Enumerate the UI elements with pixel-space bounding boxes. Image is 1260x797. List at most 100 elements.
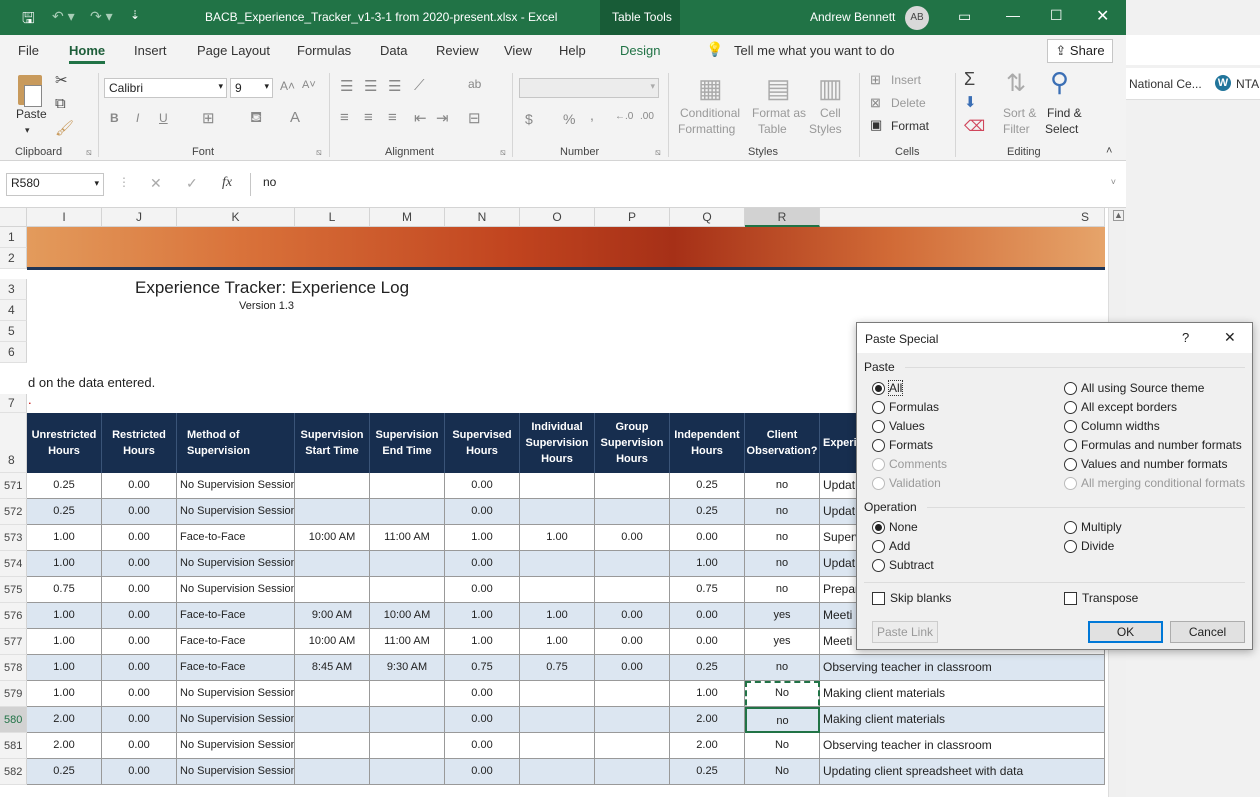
share-button[interactable]: ⇪ Share <box>1047 39 1113 63</box>
cell-independent[interactable]: 1.00 <box>670 551 745 577</box>
row-header[interactable]: 579 <box>0 681 27 707</box>
cell-individual[interactable] <box>520 681 595 707</box>
cell-observation[interactable]: yes <box>745 629 820 655</box>
minimize-icon[interactable]: — <box>1006 7 1020 23</box>
row-header[interactable]: 582 <box>0 759 27 785</box>
cell-method[interactable]: No Supervision Session <box>177 473 295 499</box>
cell-observation[interactable]: no <box>745 707 820 733</box>
th-individual-supervision-hours[interactable]: Individual Supervision Hours <box>520 413 595 473</box>
tab-file[interactable]: File <box>18 43 39 58</box>
cell-group[interactable] <box>595 733 670 759</box>
cell-observation[interactable]: yes <box>745 603 820 629</box>
dialog-close-button[interactable]: ✕ <box>1224 329 1236 346</box>
cell-individual[interactable]: 1.00 <box>520 603 595 629</box>
row-header[interactable]: 574 <box>0 551 27 577</box>
scroll-up-icon[interactable]: ▲ <box>1113 210 1124 221</box>
cell-group[interactable] <box>595 577 670 603</box>
select-all-corner[interactable] <box>0 208 27 227</box>
cell-method[interactable]: No Supervision Session <box>177 681 295 707</box>
cell-unrestricted[interactable]: 2.00 <box>27 733 102 759</box>
cell-restricted[interactable]: 0.00 <box>102 759 177 785</box>
fill-color-icon[interactable]: ⛾ <box>250 109 262 128</box>
cell-method[interactable]: Face-to-Face <box>177 603 295 629</box>
cell-supervised[interactable]: 1.00 <box>445 603 520 629</box>
increase-font-icon[interactable]: A˄ <box>280 79 295 93</box>
row-header[interactable]: 575 <box>0 577 27 603</box>
conditional-formatting-line2[interactable]: Formatting <box>678 122 735 137</box>
cell-group[interactable]: 0.00 <box>595 655 670 681</box>
format-cells-icon[interactable]: ▣ <box>870 117 882 133</box>
tab-formulas[interactable]: Formulas <box>297 43 351 58</box>
font-color-icon[interactable]: A <box>290 109 300 126</box>
radio-column-widths[interactable]: Column widths <box>1064 419 1160 433</box>
top-align-icon[interactable]: ☰ <box>340 77 353 95</box>
borders-icon[interactable]: ⊞ <box>202 109 215 127</box>
percent-button[interactable]: % <box>563 111 575 127</box>
row-header[interactable]: 571 <box>0 473 27 499</box>
customize-qat-icon[interactable]: ⇣ <box>130 8 140 22</box>
cell-group[interactable] <box>595 707 670 733</box>
cell-observation[interactable]: no <box>745 525 820 551</box>
copy-icon[interactable]: ⧉ <box>55 95 66 112</box>
cell-independent[interactable]: 0.75 <box>670 577 745 603</box>
cell-restricted[interactable]: 0.00 <box>102 629 177 655</box>
cell-start[interactable] <box>295 551 370 577</box>
th-restricted-hours[interactable]: Restricted Hours <box>102 413 177 473</box>
cell-end[interactable]: 9:30 AM <box>370 655 445 681</box>
cell-restricted[interactable]: 0.00 <box>102 603 177 629</box>
tab-home[interactable]: Home <box>69 43 106 64</box>
cell-restricted[interactable]: 0.00 <box>102 551 177 577</box>
cell-unrestricted[interactable]: 2.00 <box>27 707 102 733</box>
bold-button[interactable]: B <box>110 111 119 125</box>
cell-end[interactable]: 11:00 AM <box>370 525 445 551</box>
cell-individual[interactable] <box>520 499 595 525</box>
radio-values-number-formats[interactable]: Values and number formats <box>1064 457 1228 471</box>
number-format-box[interactable]: ▾ <box>519 78 659 98</box>
row-header[interactable]: 1 <box>0 227 27 248</box>
column-header-j[interactable]: J <box>102 208 177 227</box>
cell-restricted[interactable]: 0.00 <box>102 655 177 681</box>
paste-icon[interactable] <box>12 73 48 109</box>
close-icon[interactable]: ✕ <box>1096 6 1109 26</box>
th-unrestricted-hours[interactable]: Unrestricted Hours <box>27 413 102 473</box>
cell-experience[interactable]: Making client materials <box>820 707 1105 733</box>
comma-button[interactable]: , <box>590 107 594 123</box>
row-header[interactable]: 6 <box>0 342 27 363</box>
cell-end[interactable] <box>370 733 445 759</box>
th-independent-hours[interactable]: Independent Hours <box>670 413 745 473</box>
cell-supervised[interactable]: 0.00 <box>445 551 520 577</box>
find-select-icon[interactable]: ⚲ <box>1050 67 1069 98</box>
tab-review[interactable]: Review <box>436 43 479 58</box>
format-painter-icon[interactable]: 🖌 <box>55 119 74 137</box>
font-launcher-icon[interactable]: ⧅ <box>316 147 322 158</box>
alignment-launcher-icon[interactable]: ⧅ <box>500 147 506 158</box>
align-center-icon[interactable]: ≡ <box>364 109 373 126</box>
cell-supervised[interactable]: 0.00 <box>445 473 520 499</box>
row-header[interactable]: 3 <box>0 279 27 300</box>
checkbox-skip-blanks[interactable]: Skip blanks <box>872 591 951 605</box>
cell-observation[interactable]: no <box>745 577 820 603</box>
conditional-formatting-line1[interactable]: Conditional <box>680 106 740 121</box>
ok-button[interactable]: OK <box>1088 621 1163 643</box>
column-header-q[interactable]: Q <box>670 208 745 227</box>
column-header-k[interactable]: K <box>177 208 295 227</box>
cut-icon[interactable]: ✂ <box>55 71 68 89</box>
autosum-icon[interactable]: Σ <box>964 69 975 90</box>
column-header-s[interactable]: S <box>820 208 1105 227</box>
radio-subtract[interactable]: Subtract <box>872 558 934 572</box>
decrease-font-icon[interactable]: A˅ <box>302 79 316 91</box>
cell-unrestricted[interactable]: 1.00 <box>27 655 102 681</box>
formula-input[interactable]: no ˅ <box>250 173 1120 196</box>
cell-end[interactable] <box>370 707 445 733</box>
name-box[interactable]: R580 ▾ <box>6 173 104 196</box>
orientation-icon[interactable]: ⟋ <box>414 77 425 94</box>
row-header[interactable]: 578 <box>0 655 27 681</box>
cell-styles-line2[interactable]: Styles <box>809 122 842 137</box>
sort-filter-line1[interactable]: Sort & <box>1003 106 1036 121</box>
th-supervision-start-time[interactable]: Supervision Start Time <box>295 413 370 473</box>
cell-group[interactable] <box>595 473 670 499</box>
row-header[interactable]: 576 <box>0 603 27 629</box>
th-supervised-hours[interactable]: Supervised Hours <box>445 413 520 473</box>
cell-end[interactable] <box>370 681 445 707</box>
cell-start[interactable] <box>295 577 370 603</box>
